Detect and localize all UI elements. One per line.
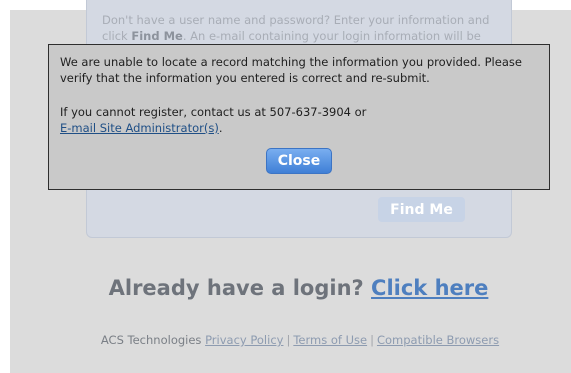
login-prompt-text: Already have a login? bbox=[108, 276, 372, 300]
terms-of-use-link[interactable]: Terms of Use bbox=[293, 333, 367, 347]
login-prompt: Already have a login? Click here bbox=[0, 276, 571, 300]
footer-company: ACS Technologies bbox=[100, 333, 206, 347]
instructions-line-2-end: . An e-mail containing your login inform… bbox=[182, 29, 481, 43]
instructions-line-1: Don't have a user name and password? Ent… bbox=[102, 13, 490, 27]
instructions-find-me-bold: Find Me bbox=[131, 29, 183, 43]
close-button[interactable]: Close bbox=[266, 148, 332, 174]
find-me-button[interactable]: Find Me bbox=[378, 197, 465, 222]
registration-instructions: Don't have a user name and password? Ent… bbox=[102, 12, 502, 44]
contact-text: If you cannot register, contact us at 50… bbox=[60, 105, 367, 119]
privacy-policy-link[interactable]: Privacy Policy bbox=[205, 333, 283, 347]
instructions-line-2-start: click bbox=[102, 29, 132, 43]
email-admin-link[interactable]: E-mail Site Administrator(s) bbox=[60, 121, 219, 135]
compatible-browsers-link[interactable]: Compatible Browsers bbox=[377, 333, 499, 347]
error-message: We are unable to locate a record matchin… bbox=[60, 55, 522, 85]
footer: ACS Technologies Privacy Policy | Terms of… bbox=[0, 333, 571, 347]
contact-info: If you cannot register, contact us at 50… bbox=[60, 104, 540, 136]
footer-separator: | bbox=[286, 333, 291, 347]
contact-suffix: . bbox=[218, 121, 223, 135]
login-click-here-link[interactable]: Click here bbox=[371, 276, 488, 300]
error-dialog: We are unable to locate a record matchin… bbox=[48, 44, 550, 190]
footer-separator: | bbox=[370, 333, 374, 347]
